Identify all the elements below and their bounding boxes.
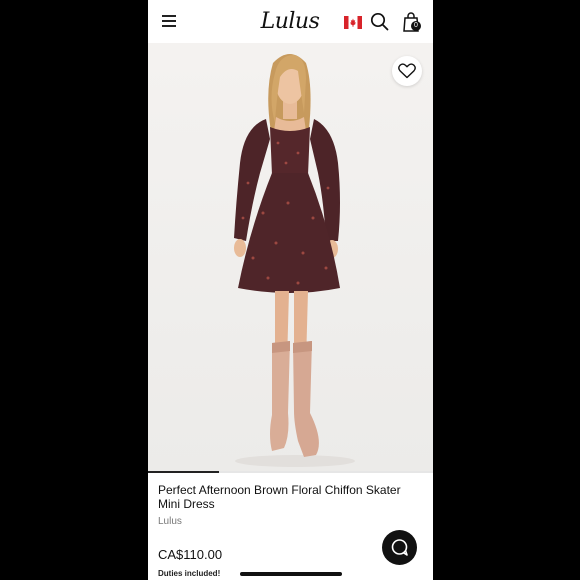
cart-count-badge: 0 xyxy=(411,21,421,31)
duties-note: Duties included! xyxy=(158,569,221,578)
image-carousel-progress xyxy=(148,471,433,473)
chat-bubble-icon xyxy=(391,539,408,556)
product-title: Perfect Afternoon Brown Floral Chiffon S… xyxy=(158,483,401,511)
product-brand[interactable]: Lulus xyxy=(158,516,182,527)
search-icon[interactable] xyxy=(370,12,389,31)
product-image[interactable] xyxy=(148,43,433,473)
home-indicator[interactable] xyxy=(240,572,342,576)
lulus-logo[interactable]: Lulus xyxy=(258,8,322,36)
canada-flag-icon[interactable] xyxy=(344,16,362,29)
carousel-progress-fill xyxy=(148,471,220,473)
hamburger-menu-icon[interactable] xyxy=(162,15,176,27)
heart-icon xyxy=(398,63,416,79)
phone-screen: Lulus 0 Perfect Afternoon Brown Floral C… xyxy=(148,0,433,580)
chat-button[interactable] xyxy=(382,530,417,565)
model-photo xyxy=(234,54,355,467)
site-header: Lulus 0 xyxy=(148,0,433,43)
wishlist-button[interactable] xyxy=(392,56,422,86)
product-price: CA$110.00 xyxy=(158,547,223,562)
